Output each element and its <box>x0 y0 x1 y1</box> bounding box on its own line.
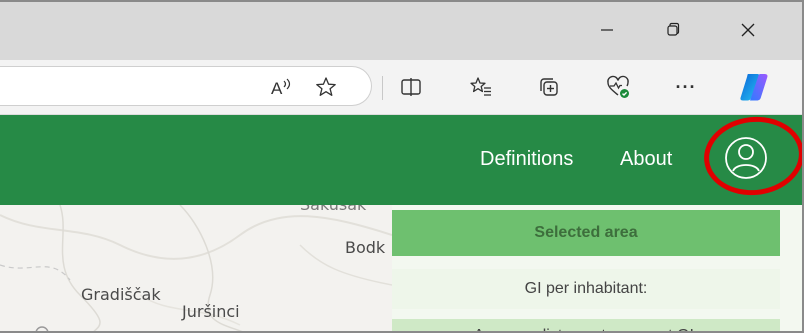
browser-toolbar: A ··· <box>0 60 802 115</box>
gi-per-inhabitant-label: GI per inhabitant: <box>392 269 780 309</box>
minimize-button[interactable] <box>587 14 627 46</box>
title-bar <box>0 2 802 60</box>
more-options-button[interactable]: ··· <box>672 73 700 101</box>
panel-heading: Selected area <box>392 210 780 256</box>
map-label-sakusak: Sakušak <box>300 205 366 214</box>
split-screen-icon[interactable] <box>397 73 425 101</box>
selected-area-panel: Selected area GI per inhabitant: Average… <box>392 205 802 331</box>
close-icon <box>741 23 755 37</box>
app-header: Definitions About <box>0 115 802 205</box>
user-account-button[interactable] <box>723 135 769 181</box>
favorites-list-icon[interactable] <box>467 73 495 101</box>
map-label-bodk: Bodk <box>345 238 386 257</box>
browser-essentials-icon[interactable] <box>604 73 632 101</box>
more-options-icon: ··· <box>675 76 697 97</box>
average-distance-label: Average distance to nearest GI: <box>392 319 780 331</box>
map-label-jursinci: Juršinci <box>182 302 240 321</box>
restore-button[interactable] <box>653 14 693 46</box>
close-button[interactable] <box>728 14 768 46</box>
copilot-icon[interactable] <box>736 69 772 105</box>
nav-definitions-link[interactable]: Definitions <box>480 147 573 171</box>
minimize-icon <box>601 29 613 31</box>
toolbar-divider <box>382 76 383 100</box>
map-label-gradiscak: Gradiščak <box>81 285 161 304</box>
svg-text:A: A <box>271 79 283 98</box>
nav-about-link[interactable]: About <box>620 147 672 171</box>
map-view[interactable]: Sakušak Bodk Gradiščak Juršinci <box>0 205 392 331</box>
user-account-icon <box>725 137 767 179</box>
read-aloud-icon[interactable]: A <box>268 73 296 101</box>
restore-icon <box>667 22 680 36</box>
browser-window: A ··· Definitions About Bodk Gradiščak J… <box>0 0 804 333</box>
collections-icon[interactable] <box>535 73 563 101</box>
favorite-star-icon[interactable] <box>312 73 340 101</box>
